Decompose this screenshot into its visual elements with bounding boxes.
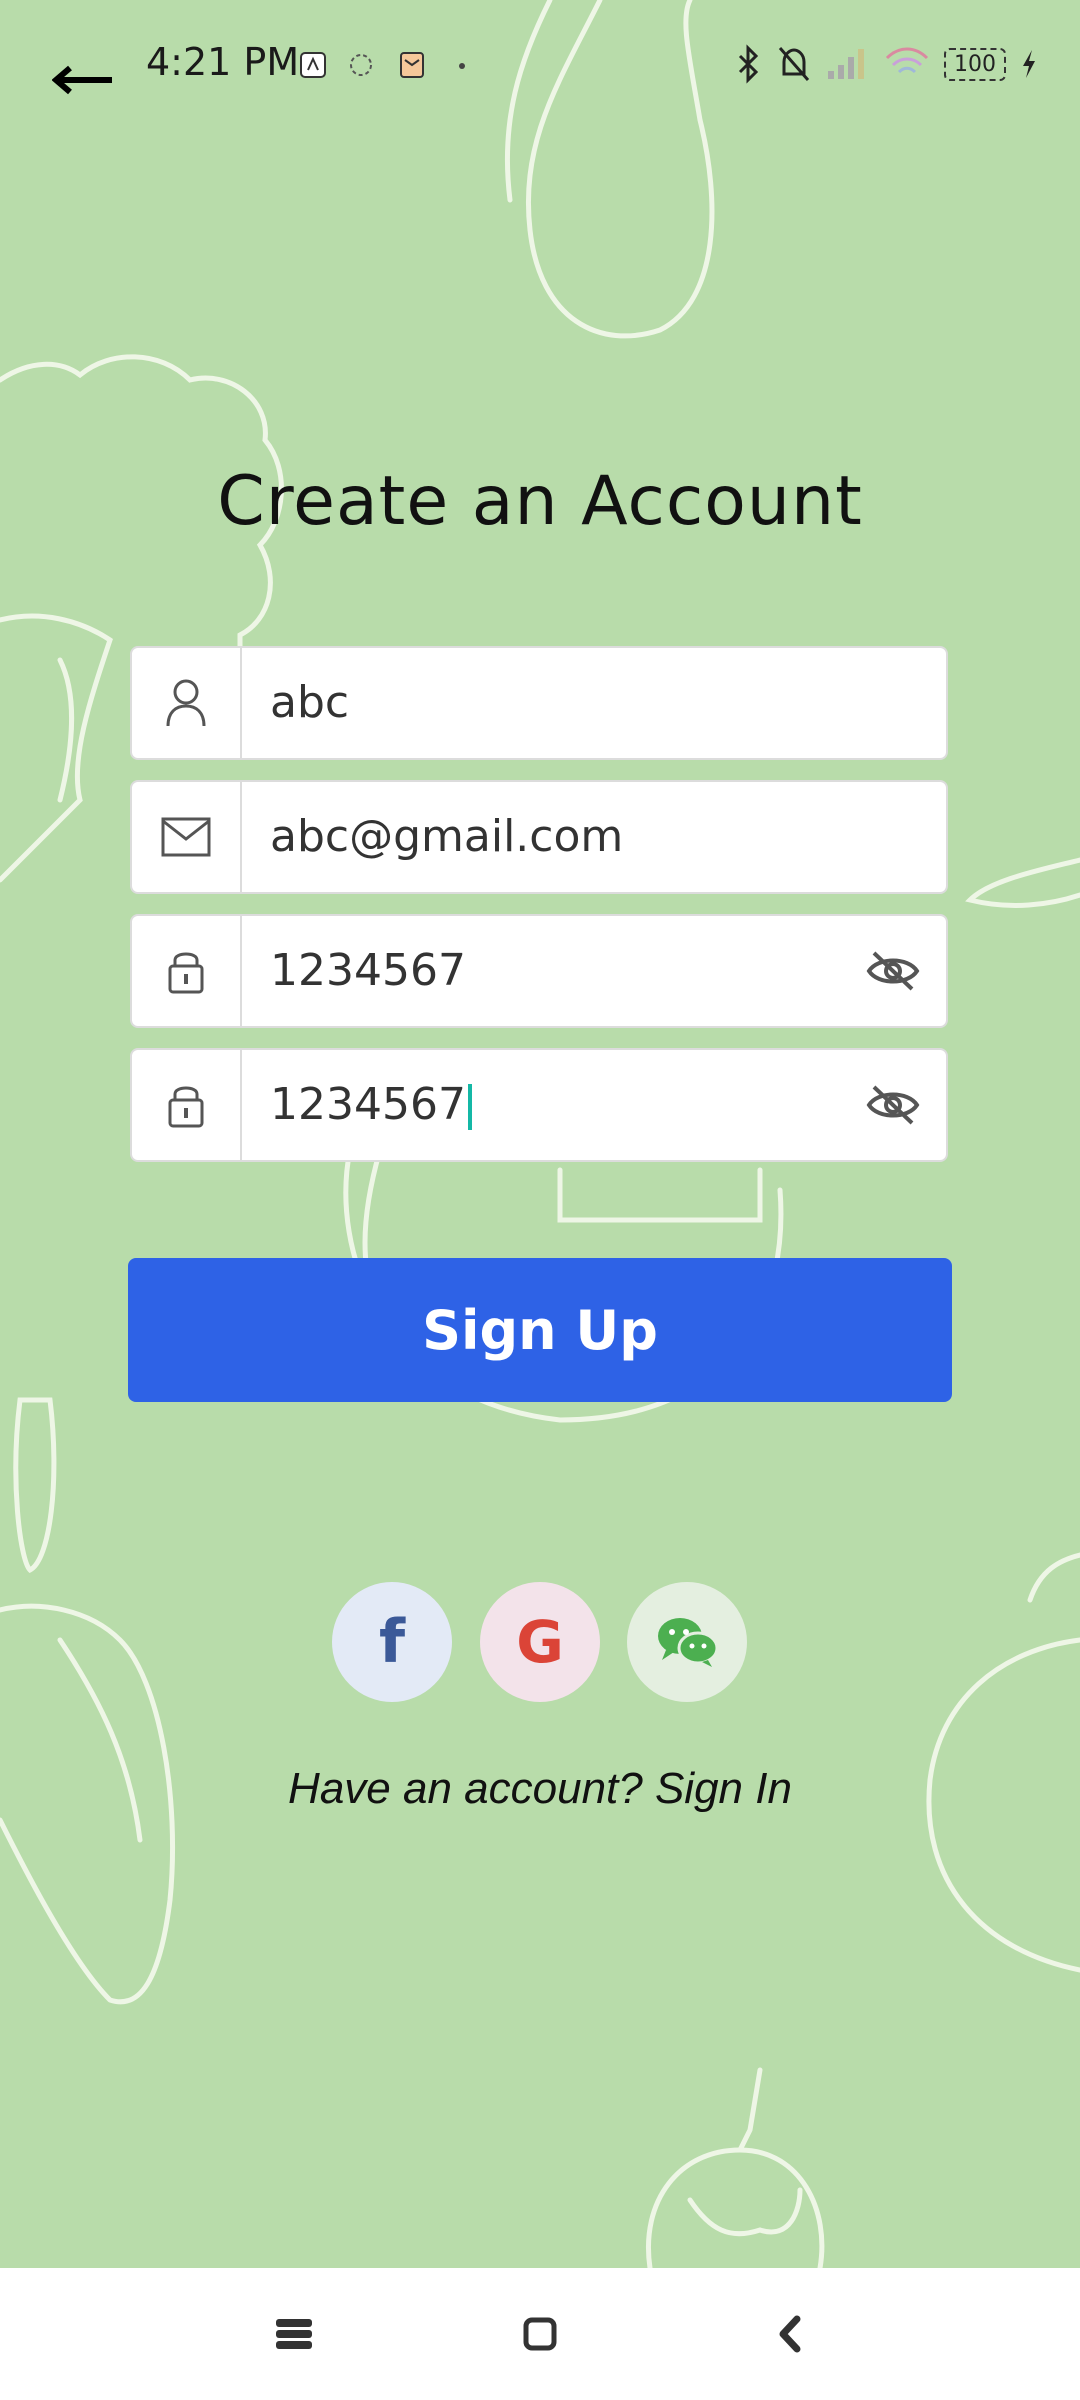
status-icons: 100 [736,44,1038,84]
page-title: Create an Account [217,462,863,541]
confirm-password-field[interactable]: 1234567 [130,1048,948,1162]
battery-icon: 100 [944,47,1006,81]
password-input[interactable]: 1234567 [270,916,466,1026]
eye-off-icon[interactable] [866,1083,920,1127]
email-icon-box [132,782,242,892]
dot-icon [459,63,465,69]
username-field[interactable]: abc [130,646,948,760]
app-notification-icon [300,52,326,78]
signal-icon [828,49,864,79]
password-icon-box [132,916,242,1026]
facebook-icon: f [378,1607,406,1677]
google-icon: G [516,1608,564,1676]
bluetooth-icon [738,44,759,84]
wechat-icon [658,1618,718,1667]
confirm-password-text: 1234567 [270,1079,466,1130]
confirm-password-input[interactable]: 1234567 [270,1050,472,1160]
lock-icon [168,952,204,994]
username-icon-box [132,648,242,758]
status-bar: 4:21 PM 100 [0,0,1080,140]
wechat-login-button[interactable] [627,1582,747,1702]
username-input[interactable]: abc [270,648,349,758]
lock-icon [168,1086,204,1128]
email-field[interactable]: abc@gmail.com [130,780,948,894]
charging-icon [1023,50,1035,78]
status-time: 4:21 PM [146,40,300,84]
sync-notification-icon [350,54,372,76]
eye-off-icon[interactable] [866,949,920,993]
facebook-login-button[interactable]: f [332,1582,452,1702]
mail-notification-icon [400,52,424,78]
back-arrow-icon[interactable] [52,60,114,100]
person-icon [166,679,206,727]
google-login-button[interactable]: G [480,1582,600,1702]
mail-icon [161,817,211,857]
signup-button[interactable]: Sign Up [128,1258,952,1402]
wifi-icon [885,47,929,74]
confirm-password-icon-box [132,1050,242,1160]
navigation-bar [0,2268,1080,2400]
back-icon[interactable] [762,2306,818,2362]
home-icon[interactable] [512,2306,568,2362]
text-caret [467,1084,472,1130]
menu-icon[interactable] [266,2306,322,2362]
bell-off-icon [778,47,810,81]
email-input[interactable]: abc@gmail.com [270,782,623,892]
password-field[interactable]: 1234567 [130,914,948,1028]
signin-link[interactable]: Have an account? Sign In [0,1764,1080,1814]
